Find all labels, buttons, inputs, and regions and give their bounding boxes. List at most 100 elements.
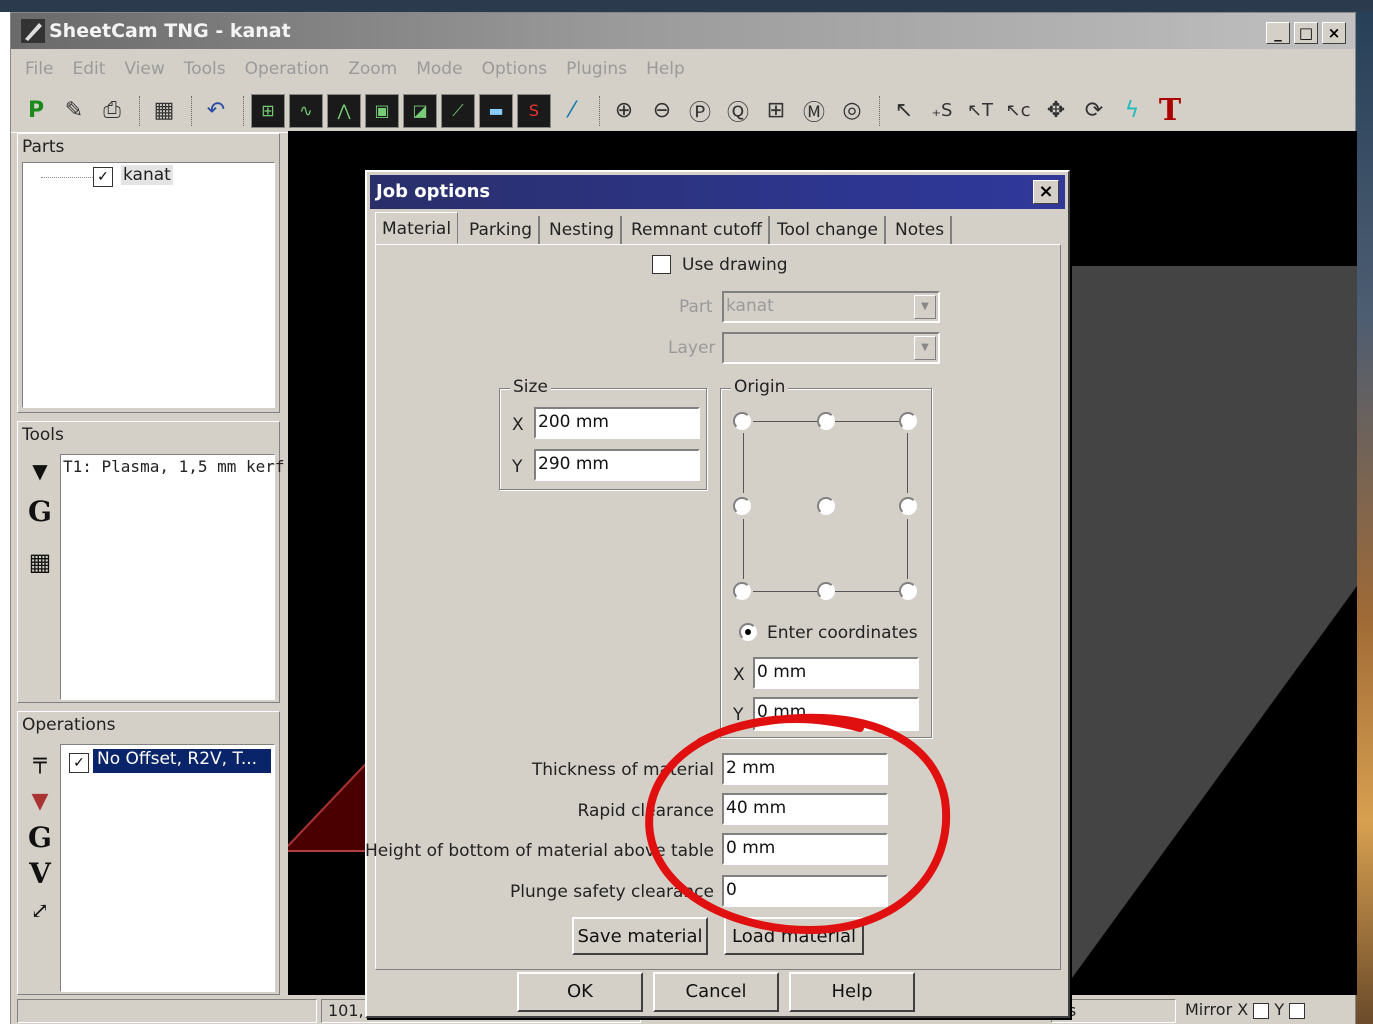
- show-parts-icon[interactable]: ⊞: [251, 93, 285, 128]
- show-rapids-icon[interactable]: ⋀: [327, 93, 361, 128]
- show-toolpath-icon[interactable]: ⟋: [441, 93, 475, 128]
- text-tool-icon[interactable]: T: [1153, 93, 1187, 128]
- drill-icon[interactable]: ▼: [24, 784, 56, 818]
- tab-tool-change[interactable]: Tool change: [771, 216, 886, 244]
- origin-y-input[interactable]: 0 mm: [753, 697, 919, 731]
- origin-top-center-radio[interactable]: [817, 412, 835, 430]
- menu-edit[interactable]: Edit: [72, 59, 105, 79]
- point-grid-icon[interactable]: ⊞: [759, 94, 793, 128]
- menu-help[interactable]: Help: [646, 59, 685, 79]
- tab-notes[interactable]: Notes: [889, 216, 953, 244]
- menu-zoom[interactable]: Zoom: [348, 59, 397, 79]
- origin-middle-left-radio[interactable]: [733, 497, 751, 515]
- line-tool-icon[interactable]: ⤢: [24, 894, 56, 928]
- menu-mode[interactable]: Mode: [416, 59, 462, 79]
- menu-operation[interactable]: Operation: [245, 59, 330, 79]
- rapid-clearance-input[interactable]: 40 mm: [722, 793, 888, 825]
- use-drawing-checkbox[interactable]: [652, 255, 671, 274]
- origin-x-input[interactable]: 0 mm: [753, 657, 919, 689]
- calculator-icon[interactable]: ▦: [147, 94, 181, 128]
- tool-table-icon[interactable]: ▦: [24, 544, 56, 578]
- operation-checkbox[interactable]: ✓: [69, 753, 89, 773]
- gcode-operation-icon[interactable]: G: [24, 820, 56, 854]
- plasma-operation-icon[interactable]: ╤: [24, 744, 56, 778]
- point-m-icon[interactable]: Ⓜ: [797, 94, 831, 128]
- help-button[interactable]: Help: [789, 972, 915, 1012]
- undo-icon[interactable]: ↶: [199, 94, 233, 128]
- mirror-y-checkbox[interactable]: [1289, 1002, 1306, 1019]
- dialog-close-button[interactable]: ×: [1033, 180, 1059, 204]
- menu-options[interactable]: Options: [482, 59, 548, 79]
- enter-coordinates-radio[interactable]: [739, 623, 757, 641]
- edit-icon[interactable]: ✎: [57, 94, 91, 128]
- show-stock-icon[interactable]: ▬: [479, 93, 513, 128]
- point-mc-icon[interactable]: ◎: [835, 94, 869, 128]
- thickness-input[interactable]: 2 mm: [722, 753, 888, 785]
- close-window-button[interactable]: ×: [1322, 22, 1346, 44]
- mirror-x-label: Mirror X: [1185, 1000, 1249, 1019]
- rotate-icon[interactable]: ⟳: [1077, 94, 1111, 128]
- set-start-icon[interactable]: ₊S: [925, 94, 959, 128]
- point-p-icon[interactable]: Ⓟ: [683, 94, 717, 128]
- ok-button[interactable]: OK: [517, 972, 643, 1012]
- save-material-button[interactable]: Save material: [572, 917, 708, 955]
- operation-item[interactable]: No Offset, R2V, T...: [93, 749, 271, 773]
- tool-item[interactable]: T1: Plasma, 1,5 mm kerf: [63, 457, 285, 476]
- layer-label: Layer: [668, 338, 716, 358]
- mirror-x-checkbox[interactable]: [1253, 1002, 1270, 1019]
- select-text-icon[interactable]: ↖T: [963, 94, 997, 128]
- vcarve-icon[interactable]: V: [24, 856, 56, 890]
- pick-tool-icon[interactable]: ⁄: [555, 94, 589, 128]
- minimize-button[interactable]: _: [1266, 22, 1290, 44]
- show-outline-icon[interactable]: ▣: [365, 93, 399, 128]
- tab-remnant-cutoff[interactable]: Remnant cutoff: [625, 216, 771, 244]
- point-q-icon[interactable]: Ⓠ: [721, 94, 755, 128]
- maximize-button[interactable]: □: [1294, 22, 1318, 44]
- tab-nesting[interactable]: Nesting: [543, 216, 622, 244]
- menu-view[interactable]: View: [124, 59, 164, 79]
- part-checkbox[interactable]: ✓: [93, 167, 113, 187]
- print-icon[interactable]: ⎙: [95, 94, 129, 128]
- cancel-button[interactable]: Cancel: [653, 972, 779, 1012]
- tab-parking[interactable]: Parking: [463, 216, 541, 244]
- plasma-tool-icon[interactable]: ▼: [24, 454, 56, 488]
- part-dropdown[interactable]: kanat ▼: [722, 291, 940, 323]
- origin-x-label: X: [733, 665, 745, 685]
- show-paths-icon[interactable]: ∿: [289, 93, 323, 128]
- menu-bar: File Edit View Tools Operation Zoom Mode…: [11, 53, 1355, 85]
- size-x-input[interactable]: 200 mm: [534, 407, 700, 439]
- origin-group: Origin Enter coordinates X 0 mm Y 0 mm: [720, 377, 932, 738]
- plunge-safety-input[interactable]: 0: [722, 875, 888, 907]
- toolbar-separator: [191, 95, 193, 126]
- remove-point-icon[interactable]: ⊖: [645, 94, 679, 128]
- lightning-icon[interactable]: ϟ: [1115, 94, 1149, 128]
- post-process-icon[interactable]: P: [19, 94, 53, 128]
- add-point-icon[interactable]: ⊕: [607, 94, 641, 128]
- select-curve-icon[interactable]: ↖c: [1001, 94, 1035, 128]
- tab-material[interactable]: Material: [375, 212, 459, 244]
- load-material-button[interactable]: Load material: [724, 917, 864, 955]
- gcode-icon[interactable]: G: [24, 494, 56, 528]
- origin-line: [907, 433, 908, 493]
- show-start-icon[interactable]: S: [517, 93, 551, 128]
- size-y-input[interactable]: 290 mm: [534, 449, 700, 481]
- origin-center-radio[interactable]: [817, 497, 835, 515]
- menu-file[interactable]: File: [25, 59, 53, 79]
- operations-header: Operations: [22, 715, 116, 735]
- origin-bottom-right-radio[interactable]: [899, 582, 917, 600]
- menu-tools[interactable]: Tools: [184, 59, 226, 79]
- origin-line: [743, 519, 744, 579]
- move-icon[interactable]: ✥: [1039, 94, 1073, 128]
- origin-bottom-center-radio[interactable]: [817, 582, 835, 600]
- use-drawing-label: Use drawing: [682, 255, 788, 275]
- height-above-table-input[interactable]: 0 mm: [722, 833, 888, 865]
- part-item[interactable]: kanat: [121, 165, 173, 185]
- origin-bottom-left-radio[interactable]: [733, 582, 751, 600]
- origin-top-left-radio[interactable]: [733, 412, 751, 430]
- layer-dropdown[interactable]: ▼: [722, 332, 940, 364]
- origin-top-right-radio[interactable]: [899, 412, 917, 430]
- select-arrow-icon[interactable]: ↖: [887, 94, 921, 128]
- origin-middle-right-radio[interactable]: [899, 497, 917, 515]
- menu-plugins[interactable]: Plugins: [566, 59, 627, 79]
- show-material-icon[interactable]: ◪: [403, 93, 437, 128]
